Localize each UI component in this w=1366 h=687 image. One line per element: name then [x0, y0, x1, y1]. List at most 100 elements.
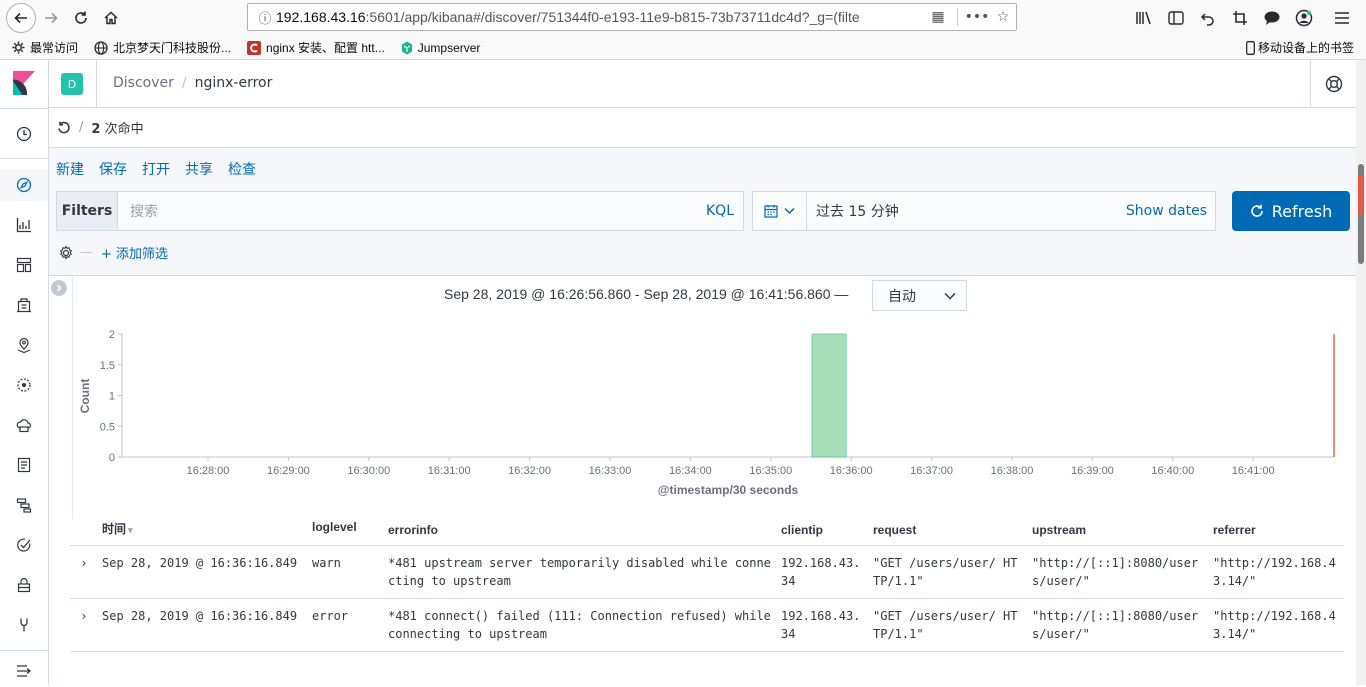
forward-button[interactable] [36, 3, 66, 33]
bookmark-nginx[interactable]: nginx 安装、配置 htt... [247, 39, 385, 56]
x-tick-label: 16:30:00 [347, 465, 390, 477]
show-dates-link[interactable]: Show dates [1126, 203, 1207, 219]
nav-siem[interactable] [0, 569, 48, 601]
x-tick-label: 16:29:00 [267, 465, 310, 477]
expand-row-button[interactable]: › [70, 545, 98, 599]
menu-open[interactable]: 打开 [142, 159, 170, 179]
info-icon[interactable]: ⓘ [254, 8, 276, 27]
kibana-logo-icon[interactable] [13, 71, 35, 95]
nav-dashboard[interactable] [0, 249, 48, 281]
table-row[interactable]: › Sep 28, 2019 @ 16:36:16.849 warn *481 … [70, 545, 1344, 599]
refresh-button[interactable]: Refresh [1232, 191, 1350, 231]
menu-new[interactable]: 新建 [56, 159, 84, 179]
gear-icon[interactable] [58, 244, 74, 261]
back-button[interactable] [6, 3, 36, 33]
reload-button[interactable] [66, 3, 96, 33]
nav-expand[interactable] [0, 655, 48, 687]
undo-icon[interactable] [1192, 4, 1224, 32]
bookmark-mobile[interactable]: 移动设备上的书签 [1246, 39, 1354, 56]
home-button[interactable] [96, 3, 126, 33]
page-actions-icon[interactable]: ••• [964, 9, 990, 25]
documents-table: 时间 ▾ loglevel errorinfo clientip request … [70, 520, 1344, 652]
cell-upstream: "http://[::1]:8080/users/user/" [1028, 545, 1209, 599]
header-time[interactable]: 时间 ▾ [98, 520, 308, 546]
cell-upstream: "http://[::1]:8080/users/user/" [1028, 598, 1209, 652]
sort-icon[interactable]: ▾ [128, 525, 133, 535]
browser-toolbar: ⓘ 192.168.43.16:5601/app/kibana#/discove… [0, 0, 1366, 36]
nav-devtools[interactable] [0, 609, 48, 641]
home-icon [104, 11, 118, 25]
wrench-icon [20, 618, 28, 632]
breadcrumb: Discover / nginx-error [113, 75, 272, 91]
nav-ml[interactable] [0, 369, 48, 401]
nav-uptime[interactable] [0, 529, 48, 561]
reset-icon[interactable] [57, 121, 71, 135]
header-errorinfo[interactable]: errorinfo [384, 520, 777, 546]
page-scrollbar[interactable] [1356, 60, 1366, 685]
expand-row-button[interactable]: › [70, 598, 98, 652]
cell-referrer: "http://192.168.43.14/" [1209, 545, 1344, 599]
x-tick-label: 16:31:00 [428, 465, 471, 477]
globe-icon [94, 40, 108, 55]
account-icon[interactable] [1288, 4, 1320, 32]
nav-recent[interactable] [0, 118, 48, 150]
qr-code-icon[interactable]: ▦ [925, 9, 951, 25]
menu-save[interactable]: 保存 [99, 159, 127, 179]
nav-discover[interactable] [0, 169, 48, 201]
url-text[interactable]: 192.168.43.16:5601/app/kibana#/discover/… [276, 9, 925, 25]
hits-status-bar: / 2 次命中 [49, 108, 1356, 148]
top-menu: 新建 保存 打开 共享 检查 [56, 159, 271, 179]
x-tick-label: 16:32:00 [508, 465, 551, 477]
header-expand [70, 520, 98, 546]
nav-divider [0, 650, 48, 651]
arrow-left-icon [14, 12, 27, 24]
y-tick-label: 0.5 [100, 421, 115, 433]
nav-apm[interactable] [0, 489, 48, 521]
bookmark-star-icon[interactable]: ☆ [990, 9, 1016, 25]
hits-count: 2 次命中 [91, 122, 144, 137]
nav-canvas[interactable] [0, 289, 48, 321]
sidebar-icon[interactable] [1160, 4, 1192, 32]
nav-logs[interactable] [0, 449, 48, 481]
header-referrer[interactable]: referrer [1209, 520, 1344, 546]
quick-menu-button[interactable] [753, 192, 807, 230]
nav-infrastructure[interactable] [0, 409, 48, 441]
discover-top-nav: 新建 保存 打开 共享 检查 Filters 搜索 KQL 过去 15 分钟 S… [49, 148, 1356, 276]
menu-icon[interactable] [1326, 4, 1358, 32]
help-lifebuoy-icon [1325, 75, 1342, 93]
header-clientip[interactable]: clientip [777, 520, 869, 546]
date-range-text[interactable]: 过去 15 分钟 [807, 201, 1126, 221]
bookmark-most-visited[interactable]: 最常访问 [12, 39, 78, 56]
breadcrumb-discover[interactable]: Discover [113, 75, 174, 91]
menu-share[interactable]: 共享 [185, 159, 213, 179]
help-button[interactable] [1310, 60, 1356, 108]
gear-icon [12, 41, 25, 54]
y-axis-title: Count [78, 379, 92, 414]
space-avatar[interactable]: D [61, 73, 83, 95]
header-request[interactable]: request [869, 520, 1028, 546]
cell-loglevel: warn [308, 545, 384, 599]
search-input[interactable]: 搜索 [118, 201, 706, 221]
cell-request: "GET /users/user/ HTTP/1.1" [869, 545, 1028, 599]
bookmark-jumpserver[interactable]: Jumpserver [401, 41, 480, 55]
cell-errorinfo: *481 connect() failed (111: Connection r… [384, 598, 777, 652]
header-loglevel[interactable]: loglevel [308, 520, 384, 546]
address-bar[interactable]: ⓘ 192.168.43.16:5601/app/kibana#/discove… [247, 3, 1017, 31]
filters-label: Filters [57, 192, 118, 230]
browser-right-tools [1128, 4, 1358, 32]
header-upstream[interactable]: upstream [1028, 520, 1209, 546]
bookmark-company[interactable]: 北京梦天门科技股份... [94, 39, 231, 56]
chat-icon[interactable] [1256, 4, 1288, 32]
crop-icon[interactable] [1224, 4, 1256, 32]
chart-icon [16, 218, 31, 233]
kql-toggle[interactable]: KQL [706, 203, 734, 219]
x-tick-label: 16:37:00 [910, 465, 953, 477]
nav-maps[interactable] [0, 329, 48, 361]
table-row[interactable]: › Sep 28, 2019 @ 16:36:16.849 error *481… [70, 598, 1344, 652]
nav-visualize[interactable] [0, 209, 48, 241]
menu-inspect[interactable]: 检查 [228, 159, 256, 179]
library-icon[interactable] [1128, 4, 1160, 32]
query-bar: Filters 搜索 KQL [56, 191, 744, 231]
add-filter-button[interactable]: + 添加筛选 [101, 243, 168, 262]
x-tick-label: 16:35:00 [749, 465, 792, 477]
